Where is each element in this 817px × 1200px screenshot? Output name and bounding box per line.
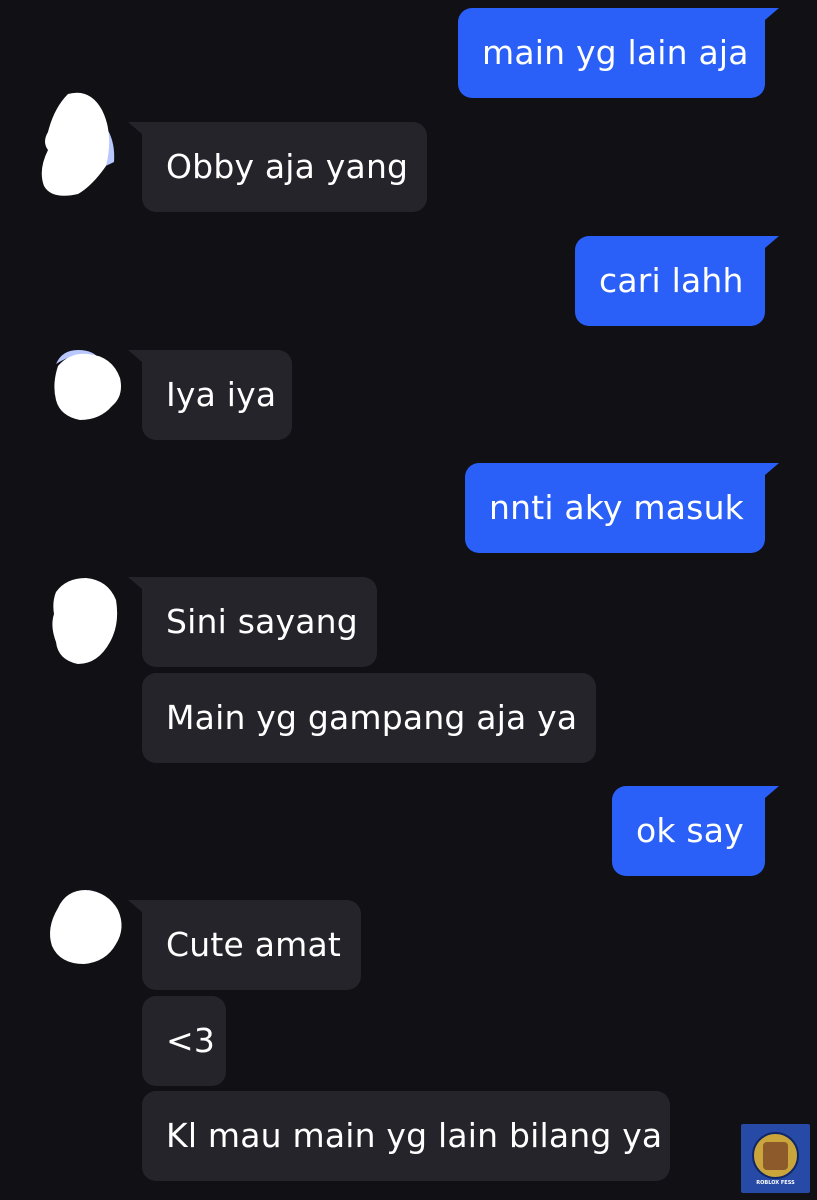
incoming-message[interactable]: Obby aja yang — [142, 122, 427, 212]
message-text: Main yg gampang aja ya — [166, 698, 578, 737]
incoming-message[interactable]: Sini sayang — [142, 577, 377, 667]
outgoing-message[interactable]: ok say — [612, 786, 765, 876]
outgoing-message[interactable]: main yg lain aja — [458, 8, 765, 98]
avatar[interactable] — [38, 90, 120, 206]
message-text: ok say — [636, 811, 744, 850]
bubble-tail — [128, 122, 142, 134]
scribbled-avatar-icon — [41, 92, 115, 196]
bubble-tail — [765, 463, 779, 475]
bubble-tail — [128, 900, 142, 912]
bubble-tail — [765, 236, 779, 248]
incoming-message[interactable]: <3 — [142, 996, 226, 1086]
bubble-tail — [128, 350, 142, 362]
bubble-tail — [765, 8, 779, 20]
outgoing-message[interactable]: cari lahh — [575, 236, 765, 326]
outgoing-message[interactable]: nnti aky masuk — [465, 463, 765, 553]
bubble-tail — [128, 577, 142, 589]
message-text: Kl mau main yg lain bilang ya — [166, 1116, 663, 1155]
message-text: nnti aky masuk — [489, 488, 744, 527]
watermark-text: ROBLOX FESS — [756, 1180, 795, 1186]
message-text: Obby aja yang — [166, 147, 409, 186]
message-text: Iya iya — [166, 375, 277, 414]
incoming-message[interactable]: Iya iya — [142, 350, 292, 440]
scribbled-avatar-icon — [52, 578, 118, 664]
scribbled-avatar-icon — [50, 890, 122, 964]
scribbled-avatar-icon — [54, 350, 121, 420]
watermark-logo-icon: ROBLOX FESS — [741, 1124, 810, 1193]
incoming-message[interactable]: Kl mau main yg lain bilang ya — [142, 1091, 670, 1181]
message-text: cari lahh — [599, 261, 744, 300]
incoming-message[interactable]: Main yg gampang aja ya — [142, 673, 596, 763]
message-text: main yg lain aja — [482, 33, 749, 72]
avatar[interactable] — [48, 574, 124, 672]
message-text: <3 — [166, 1021, 216, 1060]
avatar[interactable] — [48, 344, 124, 428]
badge-face — [763, 1142, 788, 1170]
message-text: Cute amat — [166, 925, 342, 964]
message-text: Sini sayang — [166, 602, 358, 641]
bubble-tail — [765, 786, 779, 798]
avatar[interactable] — [44, 884, 126, 972]
incoming-message[interactable]: Cute amat — [142, 900, 361, 990]
